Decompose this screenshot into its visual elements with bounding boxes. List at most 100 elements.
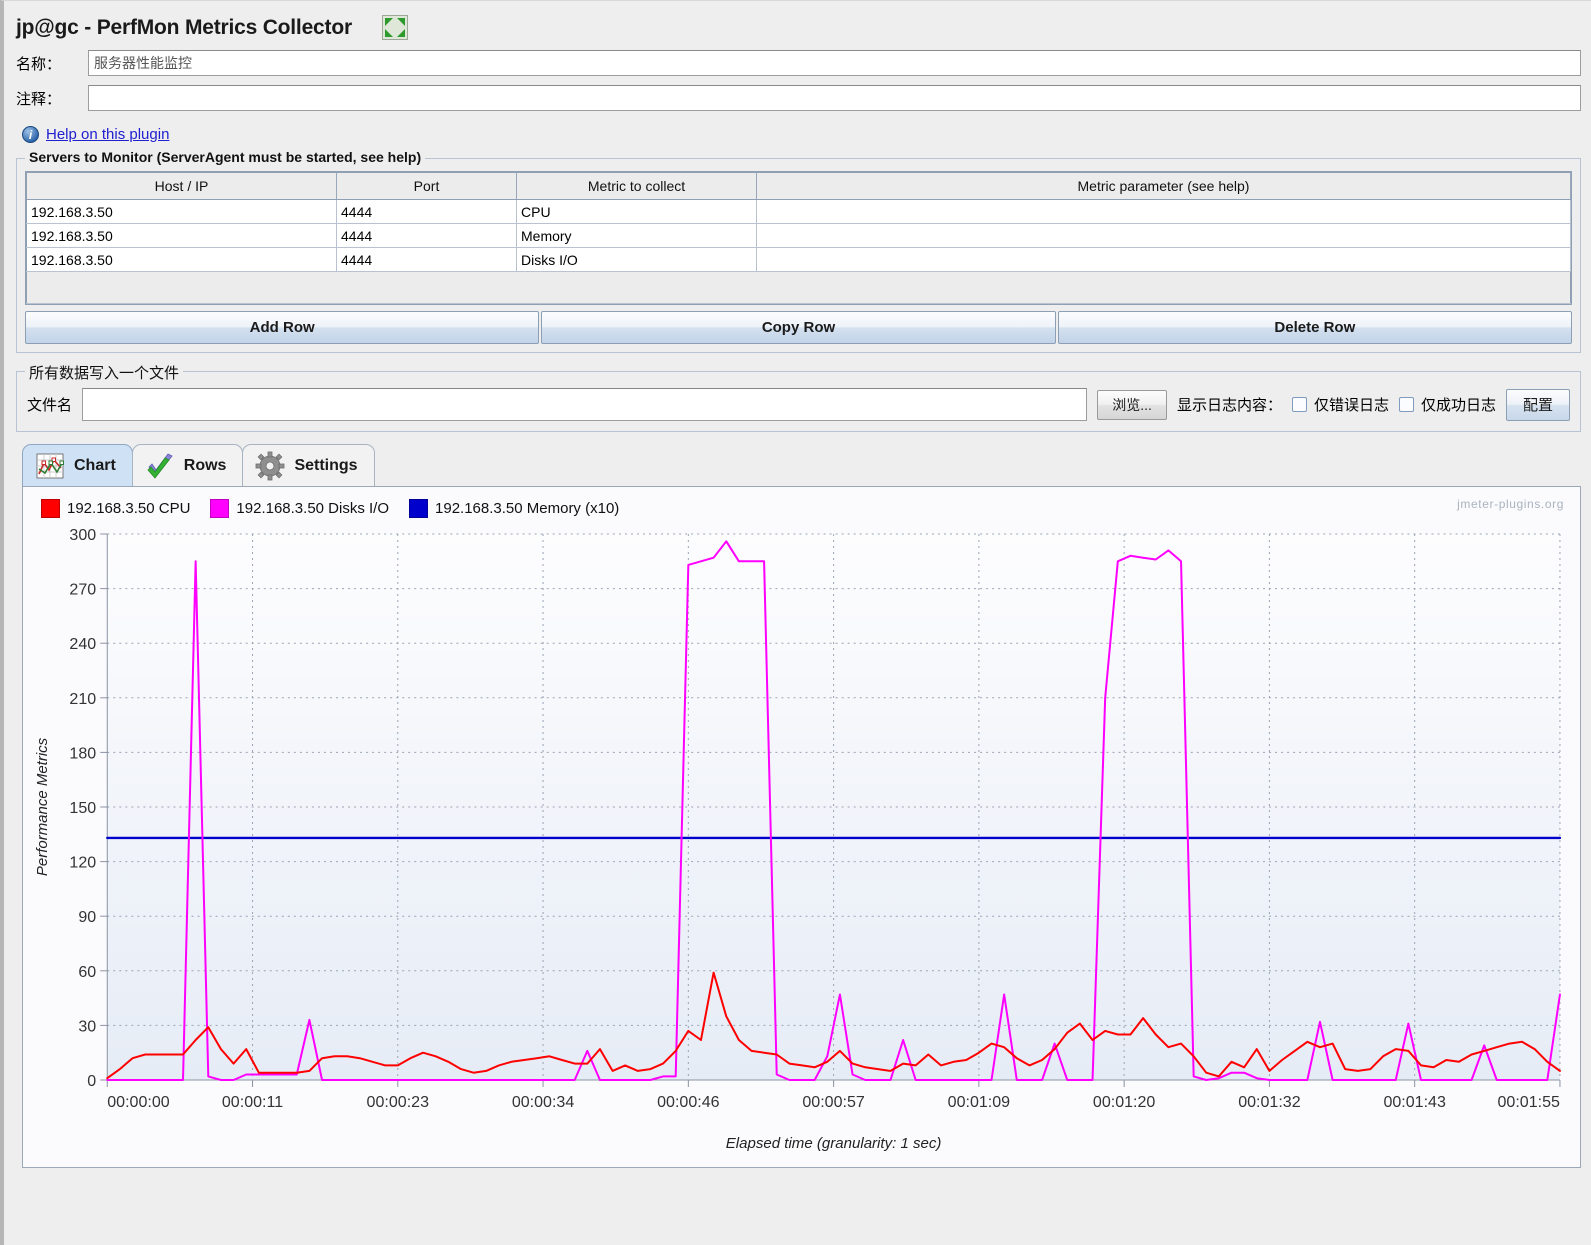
- cell-metric[interactable]: Memory: [517, 224, 757, 248]
- tab-bar: Chart Rows: [22, 442, 1591, 486]
- success-only-label: 仅成功日志: [1421, 394, 1496, 415]
- tab-settings[interactable]: Settings: [242, 444, 374, 486]
- svg-text:Elapsed time (granularity: 1 s: Elapsed time (granularity: 1 sec): [726, 1135, 942, 1152]
- cell-port[interactable]: 4444: [337, 200, 517, 224]
- cell-host[interactable]: 192.168.3.50: [27, 248, 337, 272]
- errors-only-checkbox[interactable]: [1292, 397, 1307, 412]
- chart-icon: [35, 451, 65, 481]
- expand-arrows-icon[interactable]: [382, 15, 408, 40]
- titlebar: jp@gc - PerfMon Metrics Collector: [4, 1, 1591, 50]
- svg-text:150: 150: [69, 799, 96, 817]
- info-icon: i: [22, 126, 39, 143]
- cell-port[interactable]: 4444: [337, 224, 517, 248]
- tab-settings-label: Settings: [294, 457, 357, 475]
- errors-only-label: 仅错误日志: [1314, 394, 1389, 415]
- table-header-row: Host / IP Port Metric to collect Metric …: [27, 173, 1571, 200]
- legend-swatch-cpu: [41, 499, 60, 518]
- servers-table: Host / IP Port Metric to collect Metric …: [26, 172, 1571, 304]
- checkmark-icon: [145, 451, 175, 481]
- name-input[interactable]: 服务器性能监控: [88, 50, 1581, 76]
- cell-host[interactable]: 192.168.3.50: [27, 200, 337, 224]
- svg-text:00:00:46: 00:00:46: [657, 1093, 720, 1111]
- delete-row-button[interactable]: Delete Row: [1058, 311, 1572, 344]
- performance-metrics-line-chart[interactable]: 030609012015018021024027030000:00:0000:0…: [29, 518, 1574, 1158]
- add-row-button[interactable]: Add Row: [25, 311, 539, 344]
- legend-swatch-disks: [210, 499, 229, 518]
- svg-text:00:00:00: 00:00:00: [107, 1093, 170, 1111]
- svg-text:180: 180: [69, 744, 96, 762]
- column-metric[interactable]: Metric to collect: [517, 173, 757, 200]
- tab-rows[interactable]: Rows: [132, 444, 244, 486]
- cell-metric[interactable]: CPU: [517, 200, 757, 224]
- table-row[interactable]: 192.168.3.50 4444 Disks I/O: [27, 248, 1571, 272]
- svg-text:00:00:11: 00:00:11: [222, 1093, 283, 1111]
- output-file-group-title: 所有数据写入一个文件: [25, 362, 183, 383]
- svg-text:0: 0: [87, 1072, 96, 1090]
- cell-param[interactable]: [757, 224, 1571, 248]
- chart-legend: 192.168.3.50 CPU 192.168.3.50 Disks I/O …: [29, 495, 1574, 518]
- comment-input[interactable]: [88, 85, 1581, 111]
- success-only-checkbox[interactable]: [1399, 397, 1414, 412]
- cell-metric[interactable]: Disks I/O: [517, 248, 757, 272]
- cell-host[interactable]: 192.168.3.50: [27, 224, 337, 248]
- row-buttons: Add Row Copy Row Delete Row: [25, 311, 1572, 344]
- svg-text:00:00:34: 00:00:34: [512, 1093, 575, 1111]
- svg-text:00:01:09: 00:01:09: [948, 1093, 1011, 1111]
- chart-panel: jmeter-plugins.org 192.168.3.50 CPU 192.…: [22, 486, 1581, 1168]
- browse-button[interactable]: 浏览...: [1097, 390, 1167, 420]
- legend-item-memory[interactable]: 192.168.3.50 Memory (x10): [409, 499, 619, 518]
- output-file-group: 所有数据写入一个文件 文件名 浏览... 显示日志内容： 仅错误日志 仅成功日志…: [16, 371, 1581, 432]
- tab-rows-label: Rows: [184, 457, 227, 475]
- cell-param[interactable]: [757, 200, 1571, 224]
- svg-text:120: 120: [69, 854, 96, 872]
- servers-group-title: Servers to Monitor (ServerAgent must be …: [25, 149, 425, 165]
- comment-row: 注释：: [4, 85, 1591, 111]
- errors-only-checkbox-wrap[interactable]: 仅错误日志: [1292, 394, 1389, 415]
- svg-text:300: 300: [69, 526, 96, 544]
- filename-label: 文件名: [27, 394, 72, 415]
- page-title: jp@gc - PerfMon Metrics Collector: [16, 16, 352, 40]
- table-row[interactable]: 192.168.3.50 4444 Memory: [27, 224, 1571, 248]
- column-port[interactable]: Port: [337, 173, 517, 200]
- name-row: 名称： 服务器性能监控: [4, 50, 1591, 76]
- table-row[interactable]: 192.168.3.50 4444 CPU: [27, 200, 1571, 224]
- configure-button[interactable]: 配置: [1506, 389, 1570, 421]
- perfmon-collector-window: jp@gc - PerfMon Metrics Collector 名称： 服务…: [0, 0, 1591, 1245]
- legend-label-disks: 192.168.3.50 Disks I/O: [236, 500, 389, 517]
- svg-text:00:01:55: 00:01:55: [1498, 1093, 1561, 1111]
- filename-input[interactable]: [82, 388, 1087, 421]
- copy-row-button[interactable]: Copy Row: [541, 311, 1055, 344]
- table-empty-area: [27, 272, 1571, 304]
- svg-text:00:00:23: 00:00:23: [367, 1093, 430, 1111]
- cell-param[interactable]: [757, 248, 1571, 272]
- svg-text:270: 270: [69, 581, 96, 599]
- comment-label: 注释：: [16, 88, 88, 109]
- svg-text:00:00:57: 00:00:57: [802, 1093, 865, 1111]
- gear-icon: [255, 451, 285, 481]
- help-on-plugin-link[interactable]: Help on this plugin: [46, 126, 169, 143]
- tab-chart-label: Chart: [74, 457, 116, 475]
- file-row: 文件名 浏览... 显示日志内容： 仅错误日志 仅成功日志 配置: [25, 384, 1572, 423]
- help-row: i Help on this plugin: [4, 120, 1591, 148]
- svg-text:Performance Metrics: Performance Metrics: [34, 737, 51, 876]
- servers-to-monitor-group: Servers to Monitor (ServerAgent must be …: [16, 158, 1581, 353]
- plot-area[interactable]: 030609012015018021024027030000:00:0000:0…: [29, 518, 1574, 1158]
- svg-text:00:01:32: 00:01:32: [1238, 1093, 1301, 1111]
- svg-text:30: 30: [78, 1017, 96, 1035]
- legend-swatch-memory: [409, 499, 428, 518]
- svg-text:60: 60: [78, 963, 96, 981]
- success-only-checkbox-wrap[interactable]: 仅成功日志: [1399, 394, 1496, 415]
- legend-label-cpu: 192.168.3.50 CPU: [67, 500, 190, 517]
- name-label: 名称：: [16, 53, 88, 74]
- svg-text:90: 90: [78, 908, 96, 926]
- legend-item-cpu[interactable]: 192.168.3.50 CPU: [41, 499, 190, 518]
- svg-text:00:01:43: 00:01:43: [1383, 1093, 1446, 1111]
- column-metric-parameter[interactable]: Metric parameter (see help): [757, 173, 1571, 200]
- column-host-ip[interactable]: Host / IP: [27, 173, 337, 200]
- cell-port[interactable]: 4444: [337, 248, 517, 272]
- chart-watermark: jmeter-plugins.org: [1457, 497, 1564, 511]
- tab-chart[interactable]: Chart: [22, 444, 133, 486]
- svg-text:00:01:20: 00:01:20: [1093, 1093, 1156, 1111]
- svg-text:240: 240: [69, 635, 96, 653]
- legend-item-disks[interactable]: 192.168.3.50 Disks I/O: [210, 499, 389, 518]
